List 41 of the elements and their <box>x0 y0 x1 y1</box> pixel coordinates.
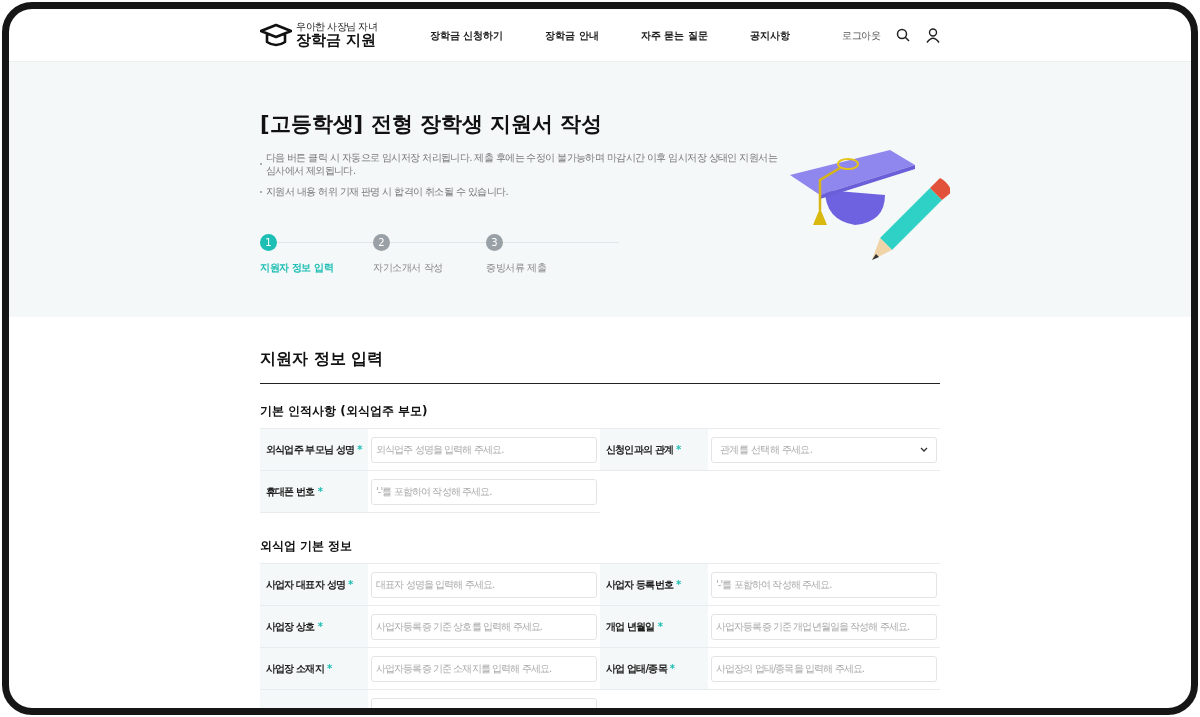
field-label: 개업 년월일 * <box>600 606 708 648</box>
step-number[interactable]: 3 <box>486 234 503 252</box>
field-label: 신청인과의 관계 * <box>600 429 708 471</box>
step-label[interactable]: 자기소개서 작성 <box>373 260 486 276</box>
step-label[interactable]: 지원자 정보 입력 <box>260 260 373 276</box>
input-field[interactable]: 사업장의 업태/종목을 입력해 주세요. <box>711 655 937 682</box>
input-field[interactable]: '-'를 포함하여 작성해 주세요. <box>711 571 937 598</box>
logo-title: 장학금 지원 <box>296 31 378 49</box>
step-number[interactable]: 1 <box>260 234 277 252</box>
input-field[interactable]: 사업자등록증 기준 상호를 입력해 주세요. <box>371 613 597 640</box>
logo-tagline: 우아한 사장님 자녀 <box>296 21 378 32</box>
step-number[interactable]: 2 <box>373 234 390 252</box>
field-label: 사업장 소재지 * <box>260 648 368 690</box>
input-field[interactable]: 사업자등록증 기준 소재지를 입력해 주세요. <box>371 655 597 682</box>
nav-link[interactable]: 공지사항 <box>749 27 790 43</box>
logout-link[interactable]: 로그아웃 <box>842 27 880 43</box>
section-title: 기본 인적사항 (외식업주 부모) <box>260 403 429 420</box>
page-title: [고등학생] 전형 장학생 지원서 작성 <box>260 112 604 138</box>
chevron-down-icon <box>920 447 928 452</box>
field-label: 사업자 대표자 성명 * <box>260 564 368 606</box>
notice-text: 지원서 내용 허위 기재 판명 시 합격이 취소될 수 있습니다. <box>266 185 508 199</box>
field-label: 외식업주 부모님 성명 * <box>260 429 368 471</box>
field-label: 사업자 등록번호 * <box>600 564 708 606</box>
search-icon[interactable] <box>896 28 910 42</box>
input-field[interactable]: 사업자등록증 기준 개업년월일을 작성해 주세요. <box>711 613 937 640</box>
notice-text: 다음 버튼 클릭 시 자동으로 임시저장 처리됩니다. 제출 후에는 수정이 불가능하며 마감시간 이후 임시저장 상태인 지원서는 심사에서 제외됩니다. <box>265 151 779 178</box>
input-field[interactable]: 외식업주 성명을 입력해 주세요. <box>371 436 597 463</box>
nav-link[interactable]: 장학금 안내 <box>545 27 599 43</box>
select-field[interactable]: 관계를 선택해 주세요. <box>711 436 937 463</box>
step-label[interactable]: 증빙서류 제출 <box>486 260 619 276</box>
field-label: 사업장 상호 * <box>260 606 368 648</box>
nav-link[interactable]: 자주 묻는 질문 <box>640 27 708 43</box>
field-label: 휴대폰 번호 * <box>260 471 368 513</box>
graduation-cap-icon <box>260 23 292 47</box>
input-field[interactable]: '-'를 포함하여 작성해 주세요. <box>371 478 597 505</box>
section-title: 외식업 기본 정보 <box>260 538 354 555</box>
input-field[interactable]: 대표자 성명을 입력해 주세요. <box>371 571 597 598</box>
form-title: 지원자 정보 입력 <box>260 347 940 384</box>
field-label: 사업 업태/종목 * <box>600 648 708 690</box>
user-icon[interactable] <box>926 27 940 43</box>
nav-link[interactable]: 장학금 신청하기 <box>430 27 504 43</box>
